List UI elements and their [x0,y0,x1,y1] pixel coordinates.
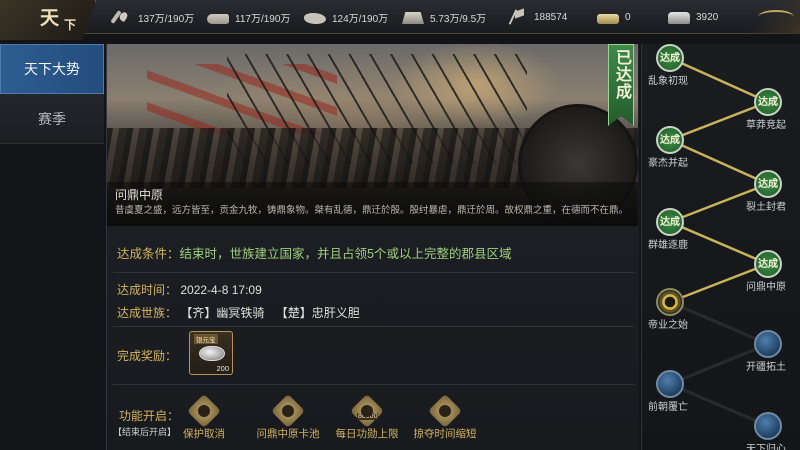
timeline-node-label: 开疆拓土 [746,362,786,373]
banner-caption: 问鼎中原 昔虞夏之盛，远方皆至，贡金九牧，铸鼎象物。桀有乱德，鼎迁於殷。殷纣暴虐… [107,182,638,226]
resource-iron[interactable]: 5.73万/9.5万 [402,7,486,27]
wood-icon [207,13,229,24]
timeline-node[interactable]: 达成 [754,88,782,116]
side-tabs: 天下大势 赛季 [0,44,104,450]
divider [113,384,635,385]
reward-count: 200 [216,364,229,373]
achieved-mark: 达成 [660,52,680,64]
stone-icon [304,13,326,24]
flag-icon [506,9,528,25]
timeline-node-label: 豪杰并起 [648,158,688,169]
function-raid-time[interactable]: 掠夺时间缩短 [410,397,480,441]
function-unlock-note: 【结束后开启】 [113,427,177,437]
resource-wood-value: 117万/190万 [235,13,291,25]
resource-food[interactable]: 137万/190万 [110,7,194,27]
function-name: 问鼎中原卡池 [256,428,320,440]
time-value: 2022-4-8 17:09 [180,283,262,297]
timeline-node-label: 前朝覆亡 [648,402,688,413]
achieved-mark: 达成 [660,216,680,228]
timeline-node[interactable]: 达成 [754,170,782,198]
condition-label: 达成条件： [117,247,180,261]
achieved-mark: 达成 [758,96,778,108]
timeline-node[interactable]: 达成 [754,250,782,278]
timeline-node[interactable] [656,370,684,398]
tab-season-label: 赛季 [38,110,66,127]
resource-stone[interactable]: 124万/190万 [304,7,388,27]
achieved-badge-text: 已达成 [613,49,630,100]
resource-silver[interactable]: 3920 [668,7,718,27]
timeline-node[interactable]: 达成 [656,44,684,72]
condition-text: 结束时，世族建立国家，并且占领5个或以上完整的郡县区域 [179,247,512,261]
timeline-node-label: 群雄逐鹿 [648,240,688,251]
divider [113,272,635,273]
resource-wood[interactable]: 117万/190万 [207,7,290,27]
timeline-node[interactable] [754,330,782,358]
timeline-node[interactable]: 达成 [656,126,684,154]
timeline-node-label: 问鼎中原 [746,282,786,293]
logo-char-2: 下 [64,18,77,32]
function-name: 掠夺时间缩短 [413,428,477,440]
timeline-node-label: 裂土封君 [746,202,786,213]
resource-food-value: 137万/190万 [138,13,195,25]
silver-ingot-icon [199,346,225,361]
timeline-node-label: 帝业之始 [648,320,688,331]
resource-reputation-value: 188574 [534,11,568,23]
merit-limit-icon: 80000 [349,397,385,425]
function-name: 保护取消 [183,428,225,440]
timeline-node-label: 草莽竞起 [746,120,786,131]
event-detail-panel: 已达成 问鼎中原 昔虞夏之盛，远方皆至，贡金九牧，铸鼎象物。桀有乱德，鼎迁於殷。… [106,44,639,450]
timeline-node[interactable]: 达成 [656,208,684,236]
resource-reputation[interactable]: 188574 [506,7,567,27]
raid-time-icon [427,397,463,425]
tab-season[interactable]: 赛季 [0,94,104,144]
achieved-badge: 已达成 [608,44,634,126]
iron-icon [402,12,424,24]
logo[interactable]: 天 下 [0,0,96,40]
merit-limit-number: 80000 [357,413,379,420]
corner-ornament [740,0,800,34]
card-pool-icon [270,397,306,425]
tab-world-trend[interactable]: 天下大势 [0,44,104,94]
wheat-icon [110,9,132,25]
achieved-mark: 达成 [758,258,778,270]
divider [113,326,635,327]
reward-tag: 银元宝 [194,334,218,344]
function-merit-limit[interactable]: 80000 每日功勋上限 [332,397,402,441]
stage-timeline: 达成 乱象初现 达成 草莽竞起 达成 豪杰并起 达成 裂土封君 达成 群雄逐鹿 达成 问鼎中原 帝业之始… [641,44,800,450]
resource-gold-value: 0 [625,11,631,23]
reward-label: 完成奖励： [117,349,178,363]
function-card-pool[interactable]: 问鼎中原卡池 [253,397,323,441]
resource-bar: 天 下 137万/190万 117万/190万 124万/190万 5.73万/… [0,0,800,40]
timeline-node-label: 天下归心 [746,444,786,450]
clan-name[interactable]: 【楚】忠肝义胆 [276,306,360,320]
achieve-condition: 达成条件：结束时，世族建立国家，并且占领5个或以上完整的郡县区域 [117,243,511,262]
timeline-node[interactable] [754,412,782,440]
tab-world-trend-label: 天下大势 [24,61,80,77]
event-title: 问鼎中原 [115,188,164,202]
shield-cancel-icon [186,397,222,425]
timeline-node[interactable] [656,288,684,316]
logo-char-1: 天 [40,7,60,29]
resource-silver-value: 3920 [696,11,719,23]
time-label: 达成时间： [117,283,178,297]
clans-label: 达成世族： [117,306,178,320]
silver-icon [668,12,690,24]
achieve-clans: 达成世族： 【齐】幽冥铁骑 【楚】忠肝义胆 [117,304,360,321]
function-name: 每日功勋上限 [335,428,399,440]
resource-gold[interactable]: 0 [597,7,631,27]
event-description: 昔虞夏之盛，远方皆至，贡金九牧，铸鼎象物。桀有乱德，鼎迁於殷。殷纣暴虐，鼎迁於周… [115,205,629,216]
reward-silver-ingot[interactable]: 银元宝 200 [189,331,233,375]
resource-stone-value: 124万/190万 [332,13,389,25]
timeline-node-label: 乱象初现 [648,76,688,87]
function-protection-cancel[interactable]: 保护取消 [169,397,239,441]
resource-iron-value: 5.73万/9.5万 [430,13,487,25]
event-banner: 已达成 问鼎中原 昔虞夏之盛，远方皆至，贡金九牧，铸鼎象物。桀有乱德，鼎迁於殷。… [107,44,638,226]
clan-name[interactable]: 【齐】幽冥铁骑 [180,306,264,320]
achieved-mark: 达成 [758,178,778,190]
achieve-time: 达成时间： 2022-4-8 17:09 [117,281,262,298]
achieved-mark: 达成 [660,134,680,146]
gold-icon [597,13,619,24]
